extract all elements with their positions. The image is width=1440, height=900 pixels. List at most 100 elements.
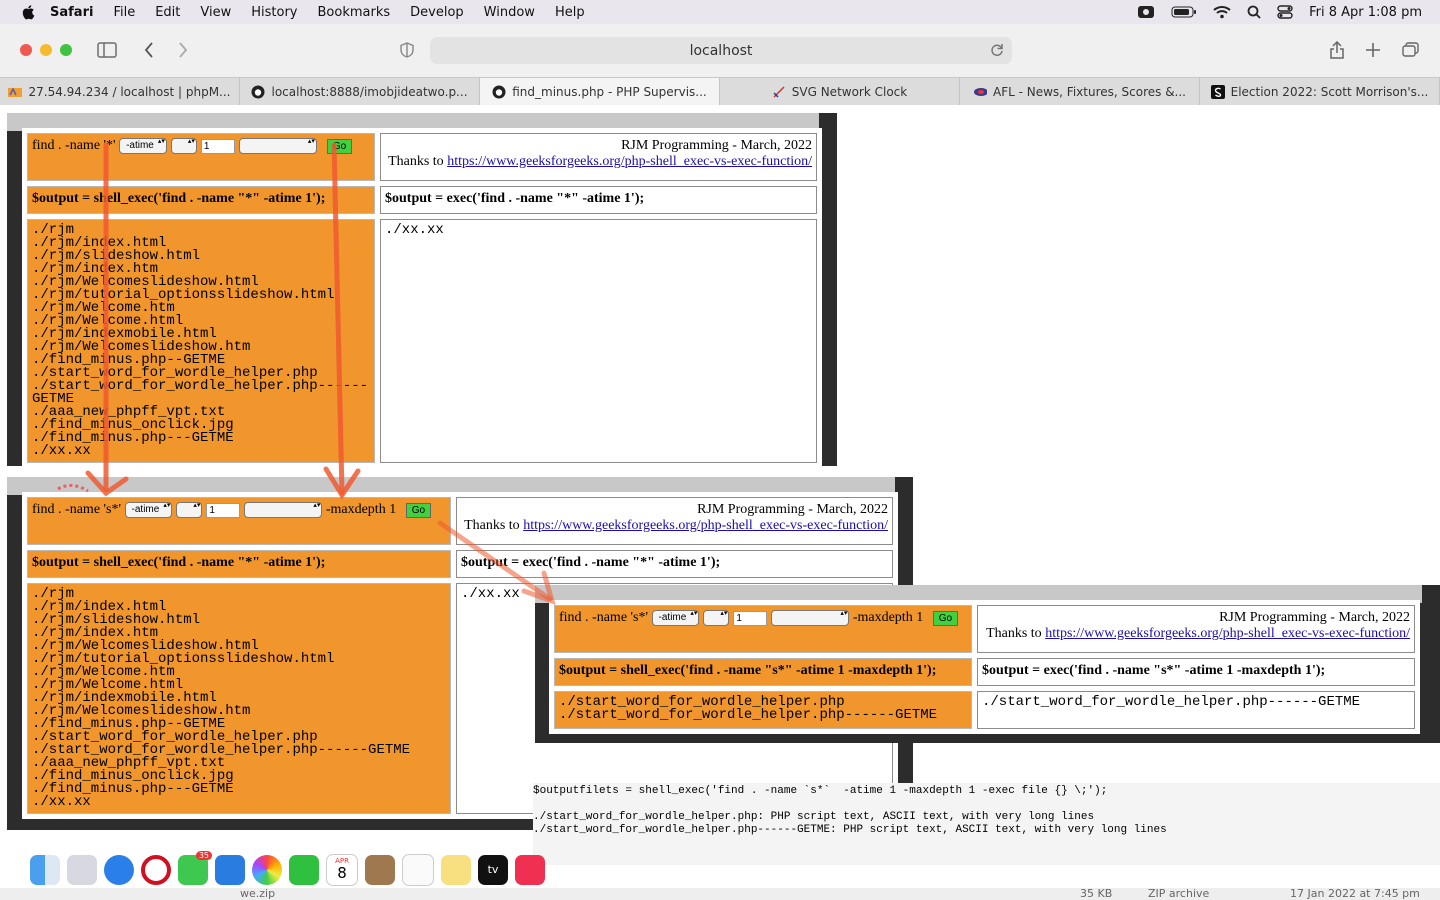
days-number-input[interactable]: 1 (200, 138, 235, 154)
maxdepth-label: -maxdepth 1 (852, 610, 924, 625)
phpmyadmin-icon (8, 85, 23, 99)
menu-app-name[interactable]: Safari (50, 5, 93, 20)
thanks-label: Thanks to (986, 626, 1042, 641)
find-prefix: find . -name 's*' (32, 502, 122, 517)
exec-label: $output = exec('find . -name "s*" -atime… (977, 658, 1415, 686)
menu-bookmarks[interactable]: Bookmarks (318, 5, 391, 20)
file-result-line: ./start_word_for_wordle_helper.php: PHP … (533, 811, 1095, 823)
mail-icon[interactable] (215, 855, 245, 885)
credits-cell: RJM Programming - March, 2022 Thanks to … (380, 133, 817, 181)
sign-select[interactable] (170, 138, 197, 154)
shell-exec-label: $output = shell_exec('find . -name "*" -… (27, 186, 375, 214)
controls-cell: find . -name 's*' -atime 1 -maxdepth 1 G… (27, 497, 451, 545)
geeksforgeeks-link[interactable]: https://www.geeksforgeeks.org/php-shell_… (1045, 626, 1410, 641)
page-heading: RJM Programming - March, 2022 (621, 138, 812, 153)
facetime-icon[interactable] (289, 855, 319, 885)
shell-exec-output: ./rjm ./rjm/index.html ./rjm/slideshow.h… (27, 219, 375, 463)
sign-select[interactable] (176, 502, 203, 518)
github-icon (251, 85, 265, 99)
apple-icon[interactable] (20, 4, 36, 20)
find-app-table-3: find . -name 's*' -atime 1 -maxdepth 1 G… (549, 600, 1420, 734)
go-button[interactable]: Go (326, 138, 353, 154)
menu-window[interactable]: Window (484, 5, 535, 20)
wifi-icon[interactable] (1213, 5, 1231, 19)
control-center-icon[interactable] (1277, 5, 1293, 19)
page-heading: RJM Programming - March, 2022 (1219, 610, 1410, 625)
extra-select[interactable] (244, 502, 323, 518)
share-icon[interactable] (1326, 40, 1348, 60)
photos-icon[interactable] (252, 855, 282, 885)
extra-select[interactable] (771, 610, 850, 626)
shell-exec-output: ./start_word_for_wordle_helper.php ./sta… (554, 691, 972, 729)
thanks-label: Thanks to (464, 518, 520, 533)
menu-view[interactable]: View (200, 5, 231, 20)
time-select[interactable]: -atime (119, 138, 167, 154)
back-arrow-icon[interactable] (138, 40, 160, 60)
tab-bar: 27.54.94.234 / localhost | phpM... local… (0, 77, 1440, 106)
menu-file[interactable]: File (113, 5, 135, 20)
spotlight-search-icon[interactable] (1247, 5, 1261, 19)
browser-toolbar: localhost (0, 24, 1440, 77)
address-bar[interactable]: localhost (430, 37, 1012, 64)
credits-cell: RJM Programming - March, 2022 Thanks to … (977, 605, 1415, 653)
exec-label: $output = exec('find . -name "*" -atime … (456, 550, 893, 578)
menu-clock[interactable]: Fri 8 Apr 1:08 pm (1309, 5, 1422, 20)
tab-find-minus[interactable]: find_minus.php - PHP Supervis... (480, 78, 720, 105)
opera-icon[interactable] (141, 855, 171, 885)
exec-label: $output = exec('find . -name "*" -atime … (380, 186, 817, 214)
contacts-icon[interactable] (365, 855, 395, 885)
tab-afl[interactable]: AFL - News, Fixtures, Scores &... (960, 78, 1200, 105)
find-prefix: find . -name 's*' (559, 610, 649, 625)
menu-develop[interactable]: Develop (410, 5, 464, 20)
apple-tv-icon[interactable]: tv (478, 855, 508, 885)
page-content: find . -name '*' -atime 1 Go RJM Program… (0, 105, 1440, 900)
find-prefix: find . -name '*' (32, 138, 116, 153)
notes-icon[interactable] (441, 855, 471, 885)
screen-record-icon[interactable] (1137, 5, 1155, 19)
shell-exec-label: $output = shell_exec('find . -name "s*" … (554, 658, 972, 686)
address-text: localhost (689, 42, 753, 59)
maxdepth-label: -maxdepth 1 (325, 502, 397, 517)
messages-icon[interactable]: 35 (178, 851, 212, 885)
menu-edit[interactable]: Edit (155, 5, 180, 20)
geeksforgeeks-link[interactable]: https://www.geeksforgeeks.org/php-shell_… (447, 154, 812, 169)
safari-icon[interactable] (104, 855, 134, 885)
days-number-input[interactable]: 1 (206, 502, 241, 518)
calendar-icon[interactable]: APR 8 (326, 854, 358, 886)
finder-icon[interactable] (30, 855, 60, 885)
reload-icon[interactable] (990, 42, 1004, 62)
tab-overview-icon[interactable] (1400, 40, 1422, 60)
go-button[interactable]: Go (932, 611, 959, 626)
thanks-label: Thanks to (388, 154, 444, 169)
menu-bar: Safari File Edit View History Bookmarks … (0, 0, 1440, 24)
days-number-input[interactable]: 1 (733, 610, 768, 626)
menu-history[interactable]: History (251, 5, 297, 20)
close-window-button[interactable] (20, 44, 32, 56)
launchpad-icon[interactable] (67, 855, 97, 885)
tab-phpmyadmin[interactable]: 27.54.94.234 / localhost | phpM... (0, 78, 240, 105)
messages-badge: 35 (195, 851, 212, 860)
tab-localhost-imobj[interactable]: localhost:8888/imobjideatwo.p... (240, 78, 480, 105)
shell-exec-label: $output = shell_exec('find . -name "*" -… (27, 550, 451, 578)
reminders-icon[interactable] (402, 854, 434, 886)
battery-icon[interactable] (1171, 6, 1197, 18)
tab-election[interactable]: Election 2022: Scott Morrison's... (1200, 78, 1440, 105)
tab-svg-network-clock[interactable]: SVG Network Clock (720, 78, 960, 105)
minimize-window-button[interactable] (40, 44, 52, 56)
news-icon (1210, 84, 1225, 99)
zoom-window-button[interactable] (60, 44, 72, 56)
geeksforgeeks-link[interactable]: https://www.geeksforgeeks.org/php-shell_… (523, 518, 888, 533)
forward-arrow-icon[interactable] (172, 40, 194, 60)
new-tab-icon[interactable] (1362, 40, 1384, 60)
go-button[interactable]: Go (405, 503, 432, 518)
time-select[interactable]: -atime (651, 610, 700, 626)
sidebar-toggle-icon[interactable] (96, 40, 118, 60)
time-select[interactable]: -atime (124, 502, 173, 518)
github-icon (492, 85, 506, 99)
sign-select[interactable] (703, 610, 730, 626)
menu-help[interactable]: Help (555, 5, 585, 20)
extra-select[interactable] (238, 138, 317, 154)
privacy-shield-icon[interactable] (396, 40, 418, 60)
shell-exec-output: ./rjm ./rjm/index.html ./rjm/slideshow.h… (27, 583, 451, 814)
music-icon[interactable] (515, 855, 545, 885)
